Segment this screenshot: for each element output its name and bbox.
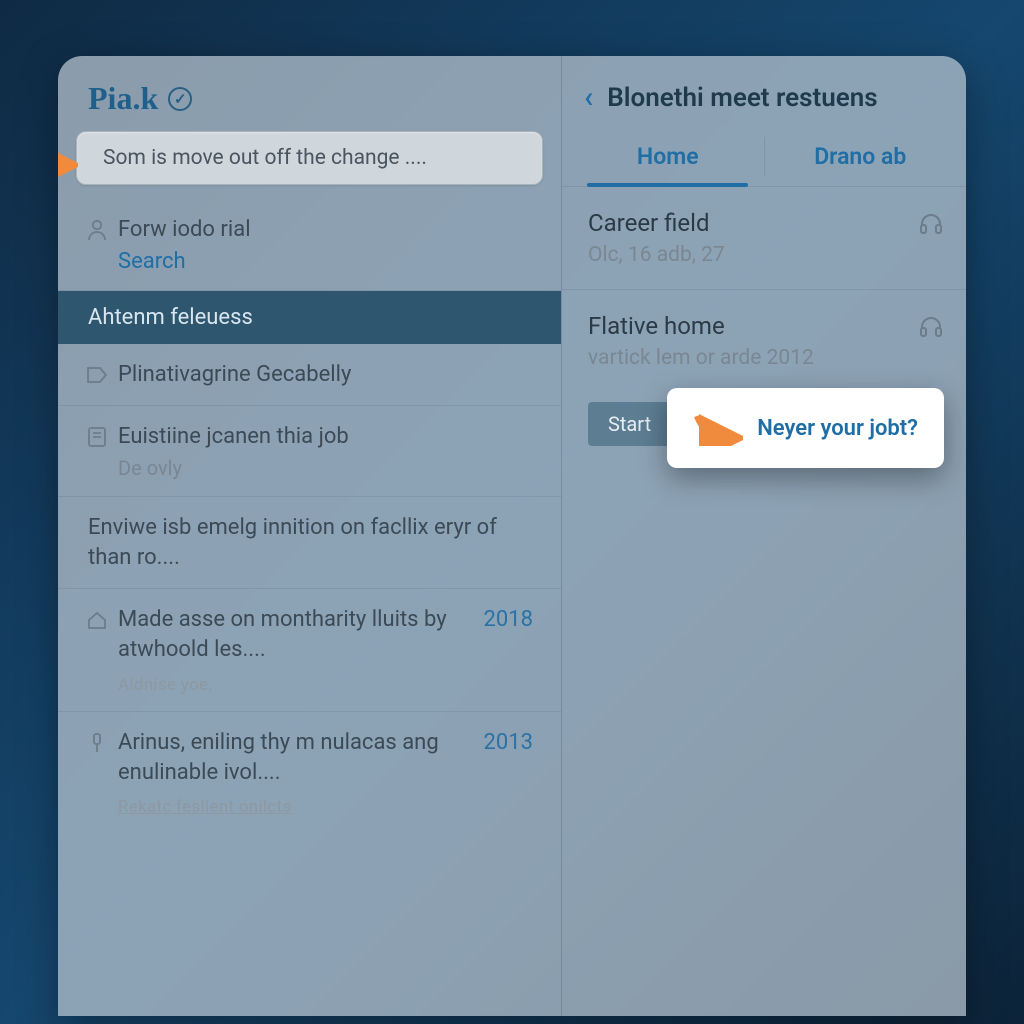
- search-hint-block: Forw iodo rial Search: [58, 199, 561, 291]
- detail-row-title: Career field: [588, 209, 940, 237]
- job-popover[interactable]: Neyer your jobt?: [667, 388, 944, 468]
- list-item[interactable]: 2013 Arinus, eniling thy m nulacas ang e…: [58, 712, 561, 833]
- list-item[interactable]: Euistiine jcanen thia job De ovly: [58, 406, 561, 497]
- list-item-year: 2013: [484, 730, 533, 755]
- detail-row-sub: Olc, 16 adb, 27: [588, 243, 940, 267]
- list-item[interactable]: Enviwe isb emelg innition on facllix ery…: [58, 497, 561, 589]
- home-icon: [86, 609, 108, 631]
- list-item-title: Enviwe isb emelg innition on facllix ery…: [88, 513, 531, 572]
- person-icon: [86, 219, 108, 241]
- list-item-year: 2018: [484, 607, 533, 632]
- list-item-footer-link[interactable]: Rekatc feslient onilcts: [118, 797, 531, 817]
- hint-title: Forw iodo rial: [118, 215, 531, 245]
- callout-arrow-icon: [693, 410, 743, 446]
- headset-icon[interactable]: [918, 211, 944, 237]
- start-row: Start Neyer your jobt?: [562, 392, 966, 456]
- detail-row-title: Flative home: [588, 312, 940, 340]
- back-chevron-icon[interactable]: ‹: [584, 80, 593, 115]
- detail-row[interactable]: Flative home vartick lem or arde 2012: [562, 290, 966, 392]
- detail-title: Blonethi meet restuens: [607, 83, 877, 113]
- list-item-title: Arinus, eniling thy m nulacas ang enulin…: [118, 728, 531, 787]
- tab-home[interactable]: Home: [572, 127, 764, 186]
- tag-icon: [86, 364, 108, 386]
- callout-arrow-icon: [58, 143, 78, 187]
- tab-bar: Home Drano ab: [562, 127, 966, 187]
- popover-text: Neyer your jobt?: [757, 416, 918, 441]
- search-text: Som is move out off the change ....: [103, 146, 427, 170]
- verified-check-icon: ✓: [168, 87, 192, 111]
- right-pane: ‹ Blonethi meet restuens Home Drano ab C…: [562, 56, 966, 1016]
- search-wrap: Som is move out off the change ....: [58, 131, 561, 199]
- pin-icon: [86, 732, 108, 754]
- brand-logo: Pia.k: [88, 80, 158, 117]
- list-item-title: Plinativagrine Gecabelly: [118, 360, 531, 390]
- left-pane: Pia.k ✓ Som is move out off the change .…: [58, 56, 562, 1016]
- list-item[interactable]: Plinativagrine Gecabelly: [58, 344, 561, 407]
- start-button[interactable]: Start: [588, 402, 671, 446]
- detail-row[interactable]: Career field Olc, 16 adb, 27: [562, 187, 966, 290]
- app-card: Pia.k ✓ Som is move out off the change .…: [58, 56, 966, 1016]
- brand-row: Pia.k ✓: [58, 56, 561, 131]
- tab-secondary[interactable]: Drano ab: [765, 127, 957, 186]
- list-item-sub: De ovly: [118, 456, 531, 480]
- headset-icon[interactable]: [918, 314, 944, 340]
- detail-row-sub: vartick lem or arde 2012: [588, 346, 940, 370]
- list-item[interactable]: 2018 Made asse on montharity lluits by a…: [58, 589, 561, 711]
- search-input[interactable]: Som is move out off the change ....: [76, 131, 543, 185]
- document-icon: [86, 426, 108, 448]
- list-item-title: Made asse on montharity lluits by atwhoo…: [118, 605, 531, 664]
- list-item-title: Euistiine jcanen thia job: [118, 422, 531, 452]
- search-link[interactable]: Search: [118, 249, 531, 274]
- section-header: Ahtenm feleuess: [58, 291, 561, 344]
- detail-header: ‹ Blonethi meet restuens: [562, 56, 966, 127]
- list-item-footer: Aldnise yoe.: [118, 675, 531, 695]
